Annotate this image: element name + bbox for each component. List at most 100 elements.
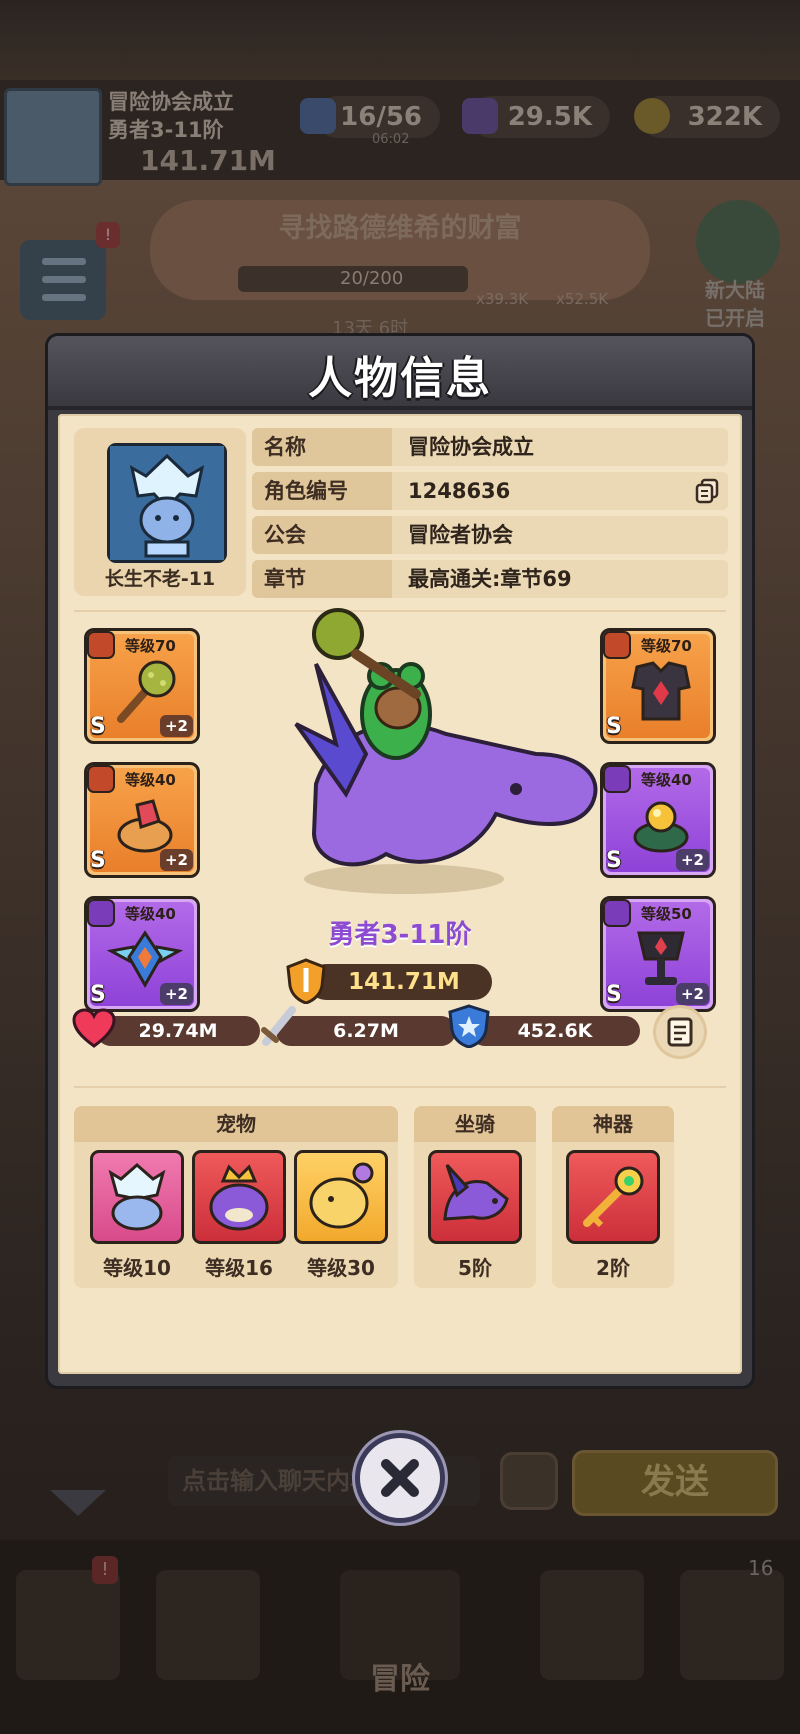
equipment-plus: +2 xyxy=(159,715,193,737)
player-avatar xyxy=(4,88,102,186)
menu-line-icon xyxy=(42,294,86,301)
event-reward-1: x39.3K xyxy=(476,290,529,308)
globe-icon[interactable] xyxy=(696,200,780,284)
equipment-grade: S xyxy=(90,714,106,739)
modal-header: 人物信息 xyxy=(48,336,752,410)
info-key: 章节 xyxy=(252,560,392,598)
menu-line-icon xyxy=(42,258,86,265)
menu-line-icon xyxy=(42,276,86,283)
copy-icon[interactable] xyxy=(694,478,720,504)
equipment-plus: +2 xyxy=(675,983,709,1005)
menu-button[interactable] xyxy=(20,240,106,320)
equipment-weapon[interactable]: 等级70 S +2 xyxy=(84,628,200,744)
modal-body: 长生不老-11 名称 冒险协会成立 角色编号 1248636 公会 冒险者协会 … xyxy=(58,414,742,1374)
stat-attack-value: 6.27M xyxy=(333,1020,399,1042)
avatar-card: 长生不老-11 xyxy=(74,428,246,596)
info-value: 1248636 xyxy=(408,479,511,503)
artifact-section-title: 神器 xyxy=(552,1106,674,1142)
stat-hp: 29.74M xyxy=(96,1016,260,1046)
dragon-icon xyxy=(443,1163,509,1221)
mount-slot[interactable] xyxy=(428,1150,522,1244)
new-continent-label: 新大陆 已开启 xyxy=(680,276,790,332)
list-detail-icon xyxy=(667,1017,693,1047)
equipment-level: 等级70 xyxy=(641,637,692,655)
armor-slot-icon xyxy=(605,633,629,657)
info-row-id: 角色编号 1248636 xyxy=(252,472,728,510)
player-rank: 勇者3-11阶 xyxy=(108,118,224,142)
artifact-section: 神器 2阶 xyxy=(552,1106,674,1288)
shield-icon xyxy=(448,1004,490,1048)
key-icon xyxy=(583,1166,644,1228)
equipment-level: 等级40 xyxy=(125,771,176,789)
close-button[interactable] xyxy=(360,1438,440,1518)
sword-icon xyxy=(261,1006,296,1046)
artifact-slot[interactable] xyxy=(566,1150,660,1244)
info-key: 公会 xyxy=(252,516,392,554)
info-value: 冒险协会成立 xyxy=(408,435,534,459)
coin-icon xyxy=(634,98,670,134)
event-reward-2: x52.5K xyxy=(556,290,609,308)
mount-section: 坐骑 5阶 xyxy=(414,1106,536,1288)
pet-2-level: 等级16 xyxy=(205,1256,273,1280)
equipment-grade: S xyxy=(606,714,622,739)
hero-rank: 勇者3-11阶 xyxy=(328,920,472,950)
info-key: 角色编号 xyxy=(252,472,392,510)
pet-slot-2[interactable] xyxy=(192,1150,286,1244)
stat-defense: 452.6K xyxy=(470,1016,640,1046)
info-value: 冒险者协会 xyxy=(408,523,513,547)
player-name: 冒险协会成立 xyxy=(108,90,234,114)
equipment-grade: S xyxy=(606,848,622,873)
stats-detail-button[interactable] xyxy=(656,1008,704,1056)
sword-slot-icon xyxy=(89,633,113,657)
energy-icon xyxy=(300,98,336,134)
pet-slot-1[interactable] xyxy=(90,1150,184,1244)
info-row-chapter: 章节 最高通关:章节69 xyxy=(252,560,728,598)
send-button[interactable]: 发送 xyxy=(572,1450,778,1516)
mount-level: 5阶 xyxy=(458,1256,492,1280)
ice-slime-icon xyxy=(108,1163,166,1231)
pet-3-level: 等级30 xyxy=(307,1256,375,1280)
equipment-grade: S xyxy=(606,982,622,1007)
info-row-guild: 公会 冒险者协会 xyxy=(252,516,728,554)
stat-hp-value: 29.74M xyxy=(138,1020,218,1042)
collapse-arrow-icon[interactable] xyxy=(50,1490,106,1516)
nav-treasure-count: 16 xyxy=(748,1556,774,1580)
modal-title: 人物信息 xyxy=(308,353,492,404)
close-icon xyxy=(381,1459,419,1497)
stat-defense-value: 452.6K xyxy=(517,1020,593,1042)
power-value: 141.71M xyxy=(348,969,460,995)
event-title: 寻找路德维希的财富 xyxy=(278,213,522,244)
avatar-label: 长生不老-11 xyxy=(104,568,216,590)
equipment-level: 等级70 xyxy=(125,637,176,655)
nav-adventure-label: 冒险 xyxy=(370,1662,430,1697)
stat-attack: 6.27M xyxy=(276,1016,456,1046)
pet-slot-3[interactable] xyxy=(294,1150,388,1244)
equipment-plus: +2 xyxy=(159,983,193,1005)
new-continent-line1: 新大陆 xyxy=(705,278,765,302)
equipment-grade: S xyxy=(90,848,106,873)
divider xyxy=(74,1086,726,1088)
player-power: 141.71M xyxy=(140,144,276,177)
ice-crystal-avatar-icon xyxy=(110,446,224,560)
pets-section: 宠物 等级10 等级16 等级30 xyxy=(74,1106,398,1288)
equipment-plus: +2 xyxy=(675,849,709,871)
ring-slot-icon xyxy=(605,767,629,791)
armor-icon xyxy=(631,661,691,721)
equipment-armor[interactable]: 等级70 S xyxy=(600,628,716,744)
avatar[interactable] xyxy=(110,446,224,560)
golden-beast-icon xyxy=(309,1162,374,1229)
heart-icon xyxy=(72,1008,116,1048)
equipment-level: 等级40 xyxy=(641,771,692,789)
equipment-gem-ring[interactable]: 等级40 S +2 xyxy=(600,762,716,878)
nav-shop-badge: ! xyxy=(92,1556,118,1584)
energy-timer: 06:02 xyxy=(372,132,410,147)
pet-1-level: 等级10 xyxy=(103,1256,171,1280)
ring-slot-icon xyxy=(89,767,113,791)
equipment-ring[interactable]: 等级40 S +2 xyxy=(84,762,200,878)
pets-section-title: 宠物 xyxy=(74,1106,398,1142)
emoji-button[interactable] xyxy=(500,1452,558,1510)
event-progress-text: 20/200 xyxy=(340,268,404,289)
info-key: 名称 xyxy=(252,428,392,466)
king-blob-icon xyxy=(209,1164,269,1231)
new-continent-line2: 已开启 xyxy=(705,306,765,330)
